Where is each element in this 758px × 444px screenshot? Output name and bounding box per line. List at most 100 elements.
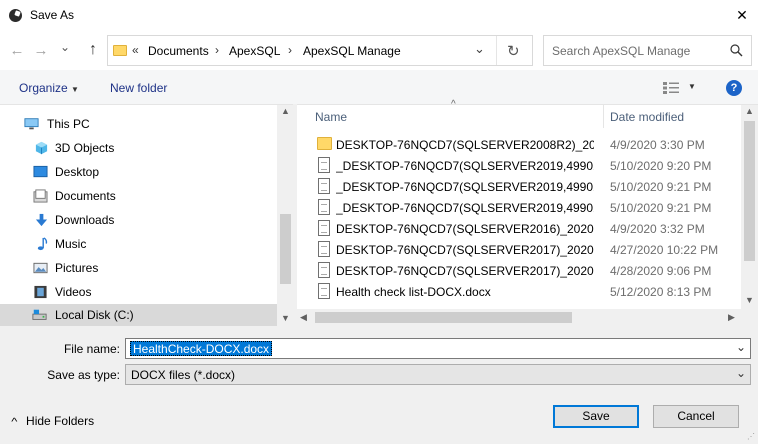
address-dropdown-icon[interactable]: ⌄ bbox=[474, 41, 485, 57]
new-folder-button[interactable]: New folder bbox=[110, 81, 167, 95]
search-icon[interactable] bbox=[730, 44, 743, 57]
file-date: 4/27/2020 10:22 PM bbox=[610, 243, 719, 257]
list-item[interactable]: DESKTOP-76NQCD7(SQLSERVER2008R2)_202004.… bbox=[313, 134, 741, 155]
file-date: 4/9/2020 3:32 PM bbox=[610, 222, 705, 236]
scroll-up-arrow[interactable]: ▲ bbox=[745, 106, 754, 116]
list-item[interactable]: _DESKTOP-76NQCD7(SQLSERVER2019,49901)_2.… bbox=[313, 197, 741, 218]
file-date: 4/9/2020 3:30 PM bbox=[610, 138, 705, 152]
breadcrumb-apexsql[interactable]: ApexSQL bbox=[229, 44, 280, 58]
sidebar-item-local-disk[interactable]: Local Disk (C:) bbox=[0, 304, 277, 326]
videos-icon bbox=[34, 285, 47, 299]
file-name: _DESKTOP-76NQCD7(SQLSERVER2019,49901)_2.… bbox=[336, 201, 594, 215]
search-input[interactable] bbox=[552, 42, 722, 60]
file-name: _DESKTOP-76NQCD7(SQLSERVER2019,49901)_2.… bbox=[336, 159, 594, 173]
sidebar-item-documents[interactable]: Documents bbox=[0, 184, 277, 208]
hide-folders-label: Hide Folders bbox=[26, 414, 95, 428]
sidebar-item-label: This PC bbox=[47, 117, 90, 131]
window-title: Save As bbox=[30, 8, 75, 22]
disk-icon bbox=[32, 309, 47, 320]
list-item[interactable]: DESKTOP-76NQCD7(SQLSERVER2016)_20200409.… bbox=[313, 218, 741, 239]
file-icon bbox=[318, 220, 330, 236]
list-item[interactable]: _DESKTOP-76NQCD7(SQLSERVER2019,49901)_2.… bbox=[313, 176, 741, 197]
save-as-type-select[interactable]: DOCX files (*.docx) ⌄ bbox=[125, 364, 751, 385]
scrollbar-thumb[interactable] bbox=[280, 214, 291, 284]
up-arrow-icon: ↑ bbox=[89, 41, 97, 58]
cancel-button[interactable]: Cancel bbox=[653, 405, 739, 428]
chevron-down-icon: ⌄ bbox=[59, 40, 71, 54]
help-button[interactable]: ? bbox=[726, 80, 742, 96]
desktop-icon bbox=[33, 165, 48, 178]
breadcrumb-overflow[interactable]: « bbox=[132, 43, 139, 57]
address-bar[interactable]: « Documents › ApexSQL › ApexSQL Manage ⌄… bbox=[107, 35, 533, 66]
save-as-type-value: DOCX files (*.docx) bbox=[131, 368, 236, 382]
file-icon bbox=[318, 283, 330, 299]
scrollbar-thumb[interactable] bbox=[315, 312, 572, 323]
scroll-down-arrow[interactable]: ▼ bbox=[281, 313, 290, 323]
forward-arrow-icon: → bbox=[33, 41, 49, 59]
save-button[interactable]: Save bbox=[553, 405, 639, 428]
column-header-name[interactable]: Name bbox=[315, 110, 347, 124]
refresh-icon[interactable]: ↻ bbox=[507, 42, 520, 60]
back-button[interactable]: ← bbox=[8, 40, 26, 60]
scroll-down-arrow[interactable]: ▼ bbox=[745, 295, 754, 305]
close-button[interactable]: ✕ bbox=[726, 0, 758, 30]
pictures-icon bbox=[33, 262, 48, 274]
file-date: 5/10/2020 9:21 PM bbox=[610, 201, 712, 215]
sidebar-item-videos[interactable]: Videos bbox=[0, 280, 277, 304]
file-date: 5/12/2020 8:13 PM bbox=[610, 285, 712, 299]
resize-grip[interactable]: ⋰ bbox=[747, 432, 755, 441]
hide-folders-button[interactable]: ^ Hide Folders bbox=[11, 414, 95, 428]
search-box[interactable] bbox=[543, 35, 752, 66]
help-icon: ? bbox=[730, 82, 738, 94]
sidebar-item-desktop[interactable]: Desktop bbox=[0, 160, 277, 184]
column-header-date-modified[interactable]: Date modified bbox=[610, 110, 684, 124]
up-button[interactable]: ↑ bbox=[84, 40, 102, 60]
sidebar-item-label: Downloads bbox=[55, 213, 115, 227]
list-item[interactable]: DESKTOP-76NQCD7(SQLSERVER2017)_20200427.… bbox=[313, 239, 741, 260]
scrollbar-corner bbox=[741, 309, 758, 326]
sidebar-item-this-pc[interactable]: This PC bbox=[0, 112, 277, 136]
breadcrumb-separator[interactable]: › bbox=[215, 43, 219, 57]
sidebar-item-label: Pictures bbox=[55, 261, 99, 275]
view-dropdown-icon[interactable]: ▼ bbox=[688, 82, 696, 91]
sidebar-item-pictures[interactable]: Pictures bbox=[0, 256, 277, 280]
breadcrumb-separator[interactable]: › bbox=[288, 43, 292, 57]
file-name: DESKTOP-76NQCD7(SQLSERVER2008R2)_202004.… bbox=[336, 138, 594, 152]
scrollbar-thumb[interactable] bbox=[744, 121, 755, 261]
organize-button[interactable]: Organize ▼ bbox=[19, 81, 79, 95]
column-separator[interactable] bbox=[603, 104, 604, 128]
file-name-label: File name: bbox=[63, 342, 120, 356]
file-date: 5/10/2020 9:21 PM bbox=[610, 180, 712, 194]
breadcrumb-apexsql-manage[interactable]: ApexSQL Manage bbox=[303, 44, 401, 58]
file-icon bbox=[318, 157, 330, 173]
scroll-up-arrow[interactable]: ▲ bbox=[281, 106, 290, 116]
file-date: 5/10/2020 9:20 PM bbox=[610, 159, 712, 173]
sidebar-item-music[interactable]: Music bbox=[0, 232, 277, 256]
file-name: DESKTOP-76NQCD7(SQLSERVER2017)_20200428.… bbox=[336, 264, 594, 278]
sidebar-item-3d-objects[interactable]: 3D Objects bbox=[0, 136, 277, 160]
chevron-down-icon: ⌄ bbox=[735, 366, 746, 380]
file-name-input[interactable]: HealthCheck-DOCX.docx ⌄ bbox=[125, 338, 751, 359]
view-options-icon[interactable] bbox=[662, 81, 680, 95]
file-name-value: HealthCheck-DOCX.docx bbox=[130, 341, 273, 356]
list-item[interactable]: Health check list-DOCX.docx 5/12/2020 8:… bbox=[313, 281, 741, 302]
sidebar-item-label: Music bbox=[55, 237, 87, 251]
file-name: Health check list-DOCX.docx bbox=[336, 285, 491, 299]
organize-label: Organize bbox=[19, 81, 68, 95]
recent-locations-button[interactable]: ⌄ bbox=[56, 37, 74, 57]
documents-icon bbox=[33, 189, 48, 203]
close-icon: ✕ bbox=[736, 6, 748, 23]
forward-button[interactable]: → bbox=[32, 40, 50, 60]
list-item[interactable]: _DESKTOP-76NQCD7(SQLSERVER2019,49901)_2.… bbox=[313, 155, 741, 176]
chevron-down-icon[interactable]: ⌄ bbox=[736, 340, 746, 354]
scroll-right-arrow[interactable]: ▶ bbox=[728, 312, 735, 323]
sidebar-item-label: Desktop bbox=[55, 165, 100, 179]
list-item[interactable]: DESKTOP-76NQCD7(SQLSERVER2017)_20200428.… bbox=[313, 260, 741, 281]
breadcrumb-documents[interactable]: Documents bbox=[148, 44, 209, 58]
download-icon bbox=[35, 213, 48, 227]
scroll-left-arrow[interactable]: ◀ bbox=[300, 312, 307, 323]
cube-icon bbox=[35, 141, 48, 155]
sidebar-item-downloads[interactable]: Downloads bbox=[0, 208, 277, 232]
sidebar-item-label: 3D Objects bbox=[55, 141, 115, 155]
chevron-up-icon: ^ bbox=[11, 417, 18, 428]
